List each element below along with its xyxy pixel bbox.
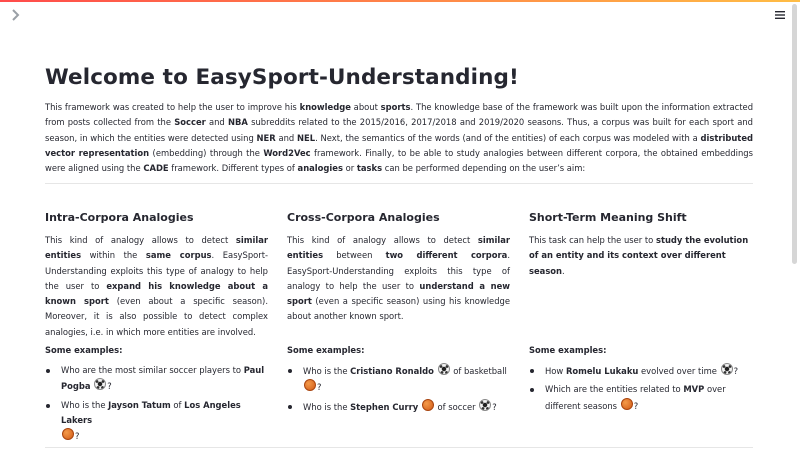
example-bold: MVP xyxy=(683,384,705,395)
divider xyxy=(45,183,753,184)
intro-bold: NBA xyxy=(227,117,248,128)
intro-bold: tasks xyxy=(356,163,383,174)
intro-bold: NEL xyxy=(297,132,316,143)
column-meaning-shift: Short-Term Meaning Shift This task can h… xyxy=(529,210,752,279)
basketball-icon xyxy=(421,398,434,411)
example-text: ? xyxy=(492,401,497,412)
intro-text: (embedding) through the xyxy=(149,147,264,158)
column-title: Cross-Corpora Analogies xyxy=(287,211,440,224)
column-description: This kind of analogy allows to detect si… xyxy=(45,233,268,340)
top-accent-bar xyxy=(0,0,800,2)
example-bold: Cristiano Ronaldo xyxy=(350,366,434,376)
column-description: This kind of analogy allows to detect si… xyxy=(287,233,510,325)
divider xyxy=(45,447,753,448)
examples-title: Some examples: xyxy=(529,345,607,355)
desc-text: This kind of analogy allows to detect xyxy=(287,235,478,245)
example-bold: Romelu Lukaku xyxy=(565,366,639,376)
list-item: How Romelu Lukaku evolved over time ? xyxy=(529,363,753,379)
example-text: ? xyxy=(75,431,80,442)
column-cross-corpora: Cross-Corpora Analogies This kind of ana… xyxy=(287,210,510,325)
intro-text: . Next, the semantics of the words (and … xyxy=(315,132,701,143)
desc-text: This task can help the user to xyxy=(529,235,656,245)
desc-bold: two different corpora xyxy=(385,250,508,261)
list-item: Who are the most similar soccer players … xyxy=(45,363,267,395)
hamburger-icon[interactable] xyxy=(772,8,788,24)
soccer-ball-icon xyxy=(94,378,107,391)
desc-text: . xyxy=(562,265,565,276)
desc-text: between xyxy=(323,250,386,261)
example-text: Who are the most similar soccer players … xyxy=(61,365,244,375)
intro-text: and xyxy=(275,132,298,143)
intro-text: can be performed depending on the user’s… xyxy=(382,163,586,174)
soccer-ball-icon xyxy=(720,363,733,375)
intro-text: about xyxy=(350,102,381,112)
desc-text: (even a specific season) using his knowl… xyxy=(287,296,510,322)
example-text: Who is the xyxy=(303,401,351,412)
intro-bold: CADE xyxy=(143,163,169,174)
example-text: ? xyxy=(107,381,112,392)
examples-title: Some examples: xyxy=(45,345,123,355)
example-text: Which are the entities related to xyxy=(545,384,684,395)
intro-text: This framework was created to help the u… xyxy=(45,102,300,112)
examples-list: Who are the most similar soccer players … xyxy=(45,363,267,447)
intro-bold: NER xyxy=(256,132,276,143)
example-text: Who is the xyxy=(61,399,109,410)
basketball-icon xyxy=(620,397,633,410)
column-title: Intra-Corpora Analogies xyxy=(45,211,194,224)
page-title: Welcome to EasySport-Understanding! xyxy=(45,65,519,90)
intro-bold: sports xyxy=(380,102,411,112)
example-text: ? xyxy=(317,382,322,393)
intro-bold: knowledge xyxy=(299,102,351,112)
column-title: Short-Term Meaning Shift xyxy=(529,211,687,224)
soccer-ball-icon xyxy=(437,363,450,375)
examples-list: Who is the Cristiano Ronaldo of basketba… xyxy=(287,363,517,418)
intro-text: or xyxy=(342,163,357,174)
example-text: How xyxy=(545,366,566,376)
column-intra-corpora: Intra-Corpora Analogies This kind of ana… xyxy=(45,210,268,340)
intro-bold: Word2Vec xyxy=(263,147,311,158)
list-item: Who is the Stephen Curry of soccer ? xyxy=(287,398,517,415)
intro-bold: analogies xyxy=(297,163,343,174)
chevron-right-icon-glyph xyxy=(12,9,20,21)
example-text: of basketball xyxy=(450,366,507,376)
example-text: ? xyxy=(633,400,639,411)
examples-list: How Romelu Lukaku evolved over time ? Wh… xyxy=(529,363,753,417)
basketball-icon xyxy=(62,428,74,441)
example-text: of xyxy=(170,399,185,410)
intro-bold: Soccer xyxy=(174,117,206,128)
example-text: ? xyxy=(733,366,739,376)
example-bold: Stephen Curry xyxy=(350,401,419,412)
list-item: Who is the Cristiano Ronaldo of basketba… xyxy=(287,363,517,396)
list-item: Who is the Jayson Tatum of Los Angeles L… xyxy=(45,398,267,445)
main-content: Welcome to EasySport-Understanding! This… xyxy=(45,64,753,176)
chevron-right-icon[interactable] xyxy=(9,8,23,22)
intro-paragraph: This framework was created to help the u… xyxy=(45,100,753,176)
example-text: Who is the xyxy=(303,366,351,376)
column-description: This task can help the user to study the… xyxy=(529,233,752,279)
page-scrollbar[interactable] xyxy=(792,4,797,264)
basketball-icon xyxy=(304,379,316,392)
example-text: of soccer xyxy=(434,401,479,412)
soccer-ball-icon xyxy=(479,398,492,411)
hamburger-icon-glyph xyxy=(775,11,785,19)
desc-text: within the xyxy=(81,250,146,261)
intro-text: and xyxy=(205,117,228,128)
example-text: evolved over time xyxy=(638,366,720,376)
example-bold: Jayson Tatum xyxy=(108,399,171,410)
desc-bold: same corpus xyxy=(145,250,212,261)
desc-text: This kind of analogy allows to detect xyxy=(45,235,236,245)
intro-text: framework. Different types of xyxy=(168,163,298,174)
list-item: Which are the entities related to MVP ov… xyxy=(529,382,753,414)
examples-title: Some examples: xyxy=(287,345,365,355)
